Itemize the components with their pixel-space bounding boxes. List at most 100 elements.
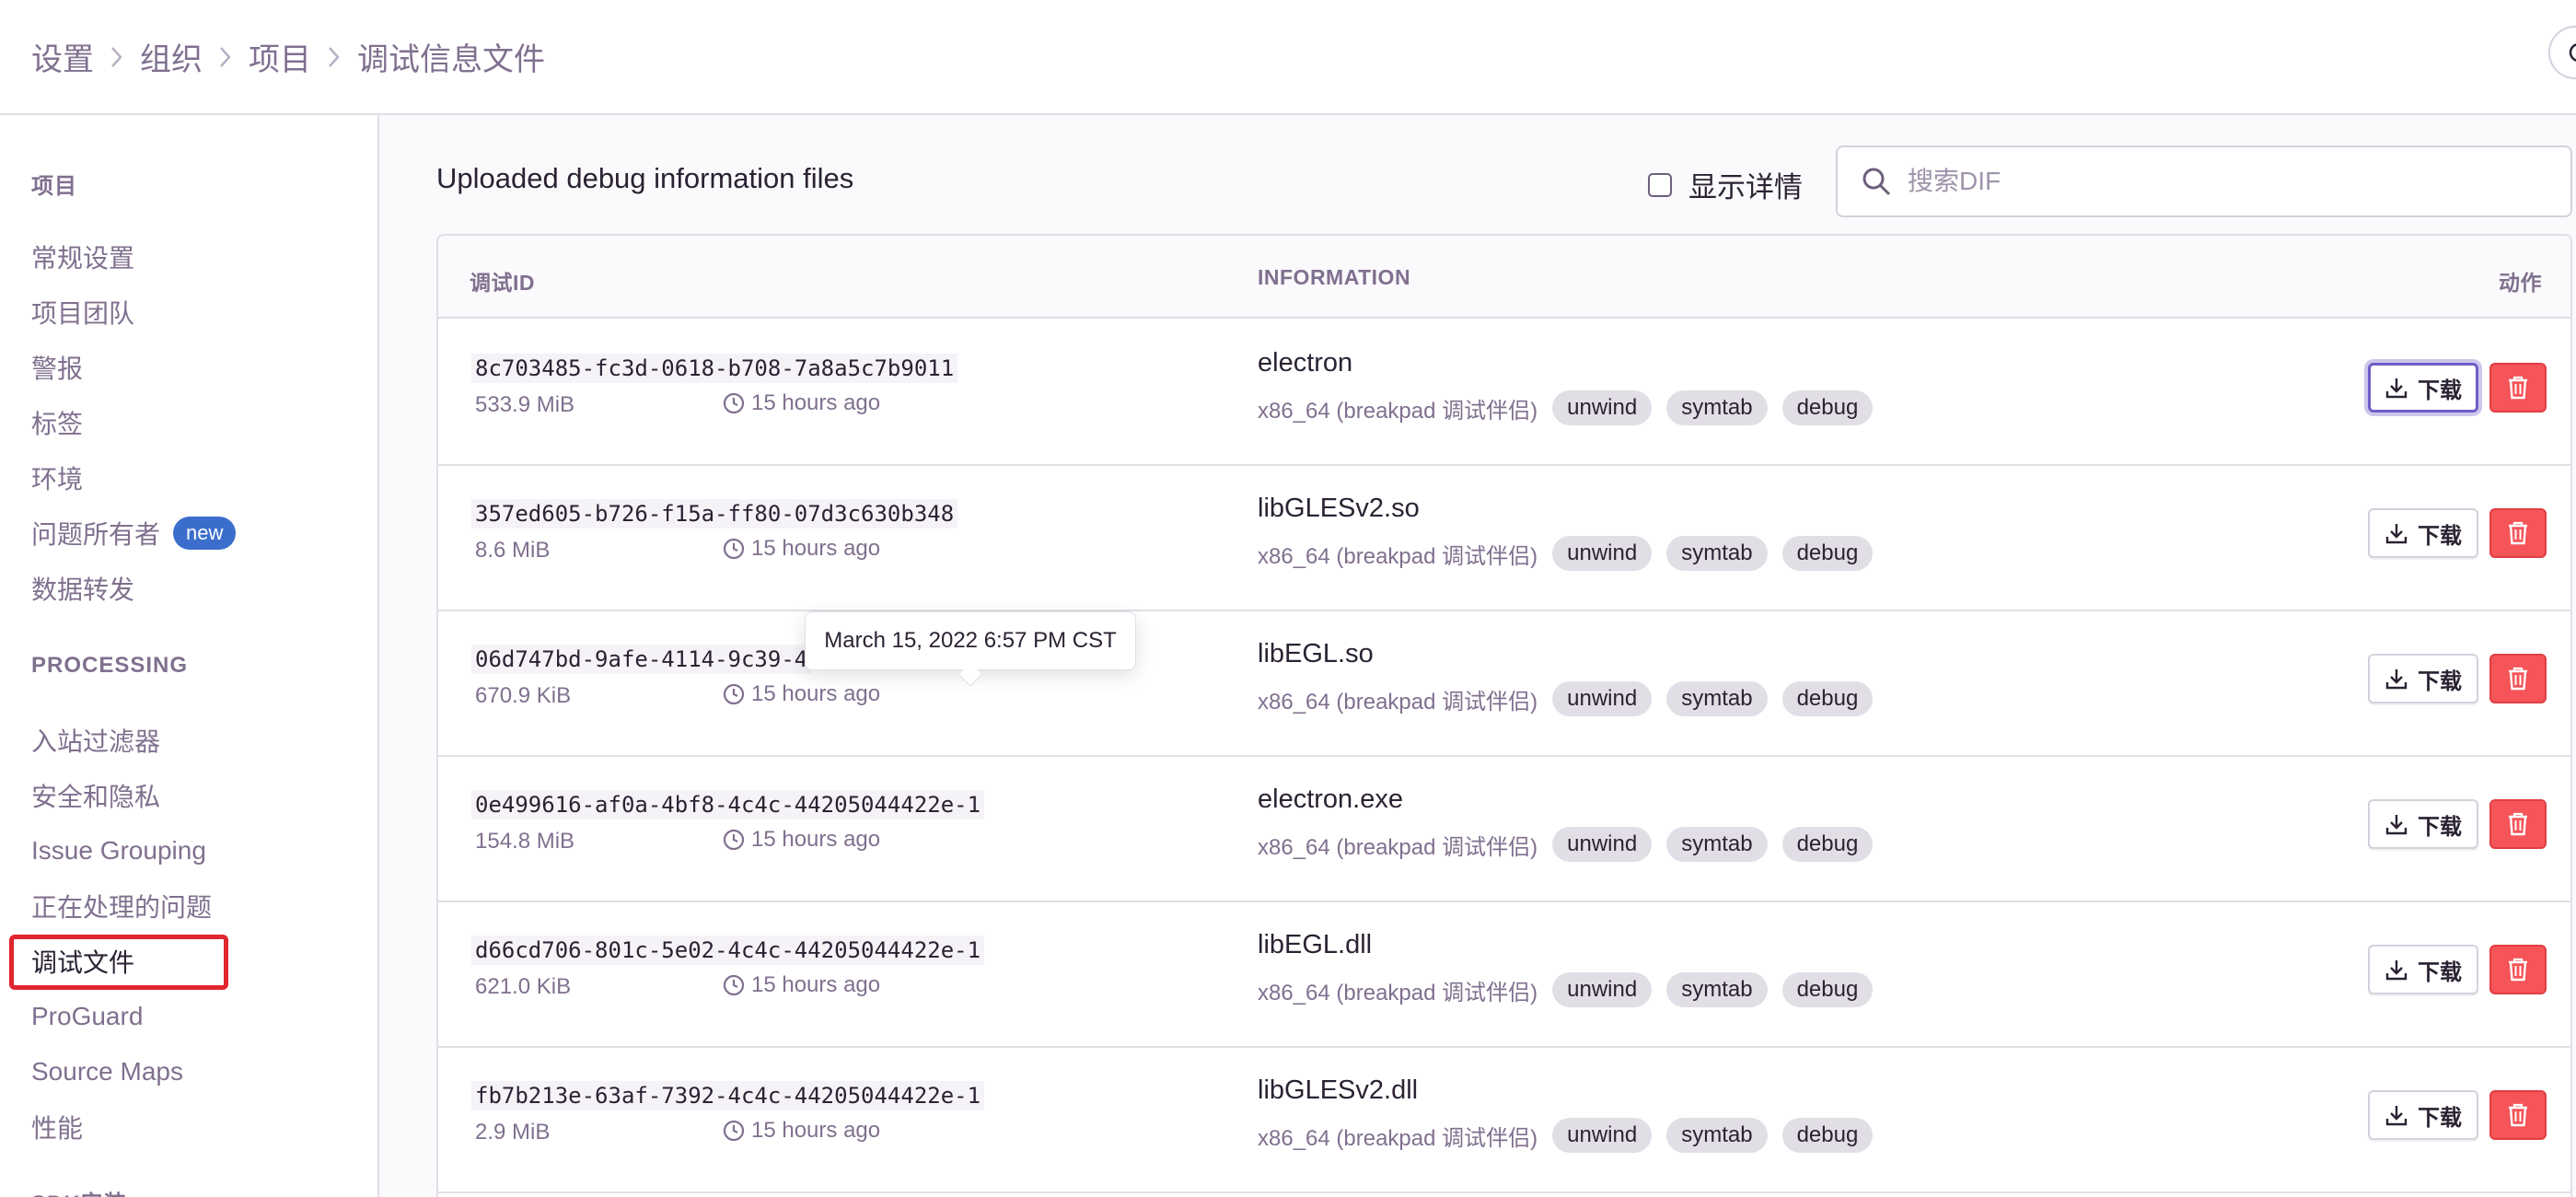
file-name: libGLESv2.dll bbox=[1258, 1075, 1419, 1105]
delete-button[interactable] bbox=[2489, 1090, 2547, 1140]
column-header-action: 动作 bbox=[2499, 271, 2542, 295]
breadcrumb: 设置 组织 项目 调试信息文件 bbox=[31, 34, 545, 79]
breadcrumb-project[interactable]: 项目 bbox=[249, 34, 311, 79]
download-button[interactable]: 下载 bbox=[2368, 945, 2478, 994]
timestamp-tooltip: March 15, 2022 6:57 PM CST bbox=[805, 611, 1136, 670]
delete-button[interactable] bbox=[2489, 654, 2547, 703]
clock-icon bbox=[722, 391, 751, 415]
sidebar-item-issue-grouping[interactable]: Issue Grouping bbox=[31, 832, 206, 869]
show-details-checkbox[interactable] bbox=[1648, 172, 1672, 197]
file-size: 154.8 MiB bbox=[475, 829, 575, 854]
table-row: d66cd706-801c-5e02-4c4c-44205044422e-1 62… bbox=[438, 902, 2570, 1048]
dif-search[interactable] bbox=[1836, 145, 2572, 217]
uploaded-time[interactable]: 15 hours ago bbox=[722, 1118, 880, 1144]
header-search-button[interactable] bbox=[2548, 26, 2576, 79]
feature-tag: debug bbox=[1781, 827, 1874, 862]
debug-id: 357ed605-b726-f15a-ff80-07d3c630b348 bbox=[471, 499, 958, 529]
column-header-information: INFORMATION bbox=[1258, 265, 1411, 289]
trash-icon bbox=[2506, 811, 2530, 837]
chevron-right-icon bbox=[94, 39, 140, 76]
debug-id: 8c703485-fc3d-0618-b708-7a8a5c7b9011 bbox=[471, 354, 958, 383]
uploaded-time[interactable]: 15 hours ago bbox=[722, 972, 880, 998]
sidebar-item-alerts[interactable]: 警报 bbox=[31, 349, 83, 386]
uploaded-time-label: 15 hours ago bbox=[751, 972, 881, 997]
sidebar-item-proguard[interactable]: ProGuard bbox=[31, 998, 143, 1035]
download-label: 下载 bbox=[2418, 814, 2462, 840]
sidebar-item-security-privacy[interactable]: 安全和隐私 bbox=[31, 777, 160, 814]
sidebar-heading-processing: PROCESSING bbox=[31, 653, 189, 678]
breadcrumb-settings[interactable]: 设置 bbox=[31, 34, 94, 79]
new-badge: new bbox=[173, 517, 237, 550]
download-button[interactable]: 下载 bbox=[2368, 508, 2478, 558]
file-arch: x86_64 (breakpad 调试伴侣) bbox=[1258, 689, 1538, 715]
clock-icon bbox=[722, 1119, 751, 1143]
file-arch: x86_64 (breakpad 调试伴侣) bbox=[1258, 980, 1538, 1005]
dif-search-input[interactable] bbox=[1908, 167, 2534, 196]
download-icon bbox=[2385, 376, 2418, 400]
file-meta: x86_64 (breakpad 调试伴侣) unwind symtab debug bbox=[1258, 972, 1874, 1007]
download-button[interactable]: 下载 bbox=[2368, 654, 2478, 703]
trash-icon bbox=[2506, 666, 2530, 691]
feature-tag: debug bbox=[1781, 390, 1874, 425]
uploaded-time[interactable]: 15 hours ago bbox=[722, 536, 880, 562]
delete-button[interactable] bbox=[2489, 945, 2547, 994]
chevron-right-icon bbox=[311, 39, 357, 76]
download-button[interactable]: 下载 bbox=[2368, 799, 2478, 849]
sidebar-item-data-forwarding[interactable]: 数据转发 bbox=[31, 570, 134, 607]
sidebar-item-ownership[interactable]: 问题所有者 new bbox=[31, 515, 237, 552]
download-label: 下载 bbox=[2418, 1105, 2462, 1131]
delete-button[interactable] bbox=[2489, 799, 2547, 849]
sidebar-item-environments[interactable]: 环境 bbox=[31, 459, 83, 496]
file-arch: x86_64 (breakpad 调试伴侣) bbox=[1258, 834, 1538, 860]
feature-tag: symtab bbox=[1666, 681, 1768, 716]
feature-tag: symtab bbox=[1666, 972, 1768, 1007]
sidebar-item-tags[interactable]: 标签 bbox=[31, 404, 83, 441]
dif-table: 调试ID INFORMATION 动作 8c703485-fc3d-0618-b… bbox=[436, 234, 2572, 1197]
uploaded-time-label: 15 hours ago bbox=[751, 390, 881, 415]
app-root: 设置 组织 项目 调试信息文件 项目 常规设置 项目团队 警报 标签 环境 问题… bbox=[0, 0, 2576, 1197]
file-meta: x86_64 (breakpad 调试伴侣) unwind symtab debug bbox=[1258, 681, 1874, 716]
delete-button[interactable] bbox=[2489, 508, 2547, 558]
show-details-label: 显示详情 bbox=[1688, 171, 1803, 203]
download-icon bbox=[2385, 1103, 2418, 1127]
download-button[interactable]: 下载 bbox=[2368, 363, 2478, 413]
sidebar-item-source-maps[interactable]: Source Maps bbox=[31, 1053, 183, 1090]
download-label: 下载 bbox=[2418, 378, 2462, 403]
sidebar-item-performance[interactable]: 性能 bbox=[31, 1109, 83, 1145]
file-name: libEGL.dll bbox=[1258, 930, 1373, 959]
file-size: 8.6 MiB bbox=[475, 538, 551, 563]
feature-tag: symtab bbox=[1666, 1118, 1768, 1153]
clock-icon bbox=[722, 537, 751, 561]
sidebar-item-processing-issues[interactable]: 正在处理的问题 bbox=[31, 888, 212, 924]
sidebar-item-label: 问题所有者 bbox=[31, 520, 161, 549]
uploaded-time[interactable]: 15 hours ago bbox=[722, 390, 880, 416]
feature-tag: symtab bbox=[1666, 536, 1768, 571]
table-row: fb7b213e-63af-7392-4c4c-44205044422e-1 2.… bbox=[438, 1048, 2570, 1193]
debug-id: 06d747bd-9afe-4114-9c39-4 bbox=[471, 645, 812, 674]
uploaded-time[interactable]: 15 hours ago bbox=[722, 827, 880, 853]
sidebar-item-inbound-filters[interactable]: 入站过滤器 bbox=[31, 722, 160, 759]
download-icon bbox=[2385, 521, 2418, 545]
panel-title: Uploaded debug information files bbox=[436, 162, 854, 194]
file-arch: x86_64 (breakpad 调试伴侣) bbox=[1258, 543, 1538, 569]
debug-id: d66cd706-801c-5e02-4c4c-44205044422e-1 bbox=[471, 936, 985, 965]
delete-button[interactable] bbox=[2489, 363, 2547, 413]
sidebar-item-project-teams[interactable]: 项目团队 bbox=[31, 294, 134, 331]
breadcrumb-organization[interactable]: 组织 bbox=[140, 34, 203, 79]
download-label: 下载 bbox=[2418, 959, 2462, 985]
download-label: 下载 bbox=[2418, 668, 2462, 694]
download-button[interactable]: 下载 bbox=[2368, 1090, 2478, 1140]
debug-id: fb7b213e-63af-7392-4c4c-44205044422e-1 bbox=[471, 1081, 985, 1110]
sidebar-item-debug-files[interactable]: 调试文件 bbox=[31, 943, 134, 980]
sidebar-item-general-settings[interactable]: 常规设置 bbox=[31, 238, 134, 275]
file-size: 2.9 MiB bbox=[475, 1120, 551, 1145]
show-details-toggle[interactable]: 显示详情 bbox=[1648, 164, 1803, 205]
search-icon bbox=[1862, 168, 1891, 196]
feature-tag: unwind bbox=[1552, 390, 1653, 425]
feature-tag: symtab bbox=[1666, 827, 1768, 862]
file-meta: x86_64 (breakpad 调试伴侣) unwind symtab debug bbox=[1258, 1118, 1874, 1153]
file-meta: x86_64 (breakpad 调试伴侣) unwind symtab debug bbox=[1258, 390, 1874, 425]
download-label: 下载 bbox=[2418, 523, 2462, 549]
uploaded-time-label: 15 hours ago bbox=[751, 536, 881, 561]
uploaded-time[interactable]: 15 hours ago bbox=[722, 681, 880, 707]
